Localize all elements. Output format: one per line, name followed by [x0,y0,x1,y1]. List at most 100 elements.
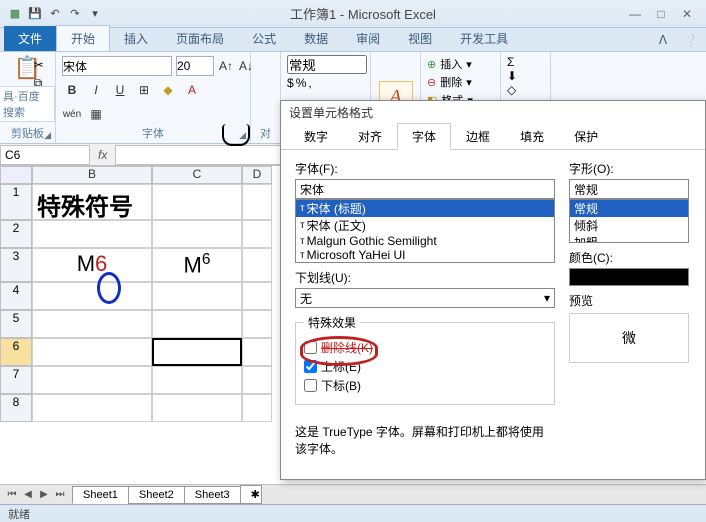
italic-button[interactable]: I [86,80,106,100]
font-name-list[interactable]: ᴛ宋体 (标题) ᴛ宋体 (正文) ᴛMalgun Gothic Semilig… [295,199,555,263]
home-tab[interactable]: 开始 [56,25,110,51]
tab-nav-prev[interactable]: ◀ [20,489,36,500]
cell-C2[interactable] [152,220,242,248]
dialog-tab-font[interactable]: 字体 [397,123,451,150]
formula-tab[interactable]: 公式 [238,26,290,51]
row-header-3[interactable]: 3 [0,248,32,282]
tab-nav-last[interactable]: ⏭ [52,489,68,500]
insert-tab[interactable]: 插入 [110,26,162,51]
undo-icon[interactable]: ↶ [46,5,64,23]
cell-B8[interactable] [32,394,152,422]
phonetic-button[interactable]: wén [62,104,82,124]
row-header-4[interactable]: 4 [0,282,32,310]
font-list-item[interactable]: ᴛMicrosoft YaHei UI [296,248,554,262]
col-header-D[interactable]: D [242,166,272,184]
fx-icon[interactable]: fx [90,148,115,162]
font-color-button[interactable]: A [182,80,202,100]
cell-C5[interactable] [152,310,242,338]
comma-icon[interactable]: , [308,76,311,90]
row-header-8[interactable]: 8 [0,394,32,422]
save-icon[interactable]: 💾 [26,5,44,23]
maximize-button[interactable]: □ [648,4,674,24]
cell-B7[interactable] [32,366,152,394]
row-header-7[interactable]: 7 [0,366,32,394]
underline-button[interactable]: U [110,80,130,100]
increase-font-icon[interactable]: A↑ [218,56,234,76]
data-tab[interactable]: 数据 [290,26,342,51]
autosum-button[interactable]: Σ [507,55,544,69]
font-list-item[interactable]: ᴛMalgun Gothic Semilight [296,234,554,248]
sheet-tab-3[interactable]: Sheet3 [184,486,241,504]
new-sheet-button[interactable]: ✱ [240,485,262,504]
font-name-combo[interactable] [62,56,172,76]
font-list-item[interactable]: ᴛMicrosoft YaHei UI Light [296,262,554,263]
row-header-2[interactable]: 2 [0,220,32,248]
help-icon[interactable]: ❔ [675,29,706,51]
cell-D1[interactable] [242,184,272,220]
name-box[interactable] [0,145,90,165]
cell-C8[interactable] [152,394,242,422]
font-dialog-launcher[interactable]: ◢ [239,130,246,141]
sheet-tab-2[interactable]: Sheet2 [128,486,185,504]
percent-icon[interactable]: % [296,76,307,90]
dialog-tab-fill[interactable]: 填充 [505,123,559,150]
style-list-item[interactable]: 倾斜 [570,217,688,234]
font-list-item[interactable]: ᴛ宋体 (标题) [296,200,554,217]
dialog-tab-align[interactable]: 对齐 [343,123,397,150]
redo-icon[interactable]: ↷ [66,5,84,23]
cell-B2[interactable] [32,220,152,248]
select-all-corner[interactable] [0,166,32,184]
fill-color-button[interactable]: ◆ [158,80,178,100]
borders-button[interactable]: ▦ [86,104,106,124]
number-format-combo[interactable] [287,55,367,74]
close-button[interactable]: ✕ [674,4,700,24]
dev-tab[interactable]: 开发工具 [446,26,522,51]
col-header-C[interactable]: C [152,166,242,184]
row-header-5[interactable]: 5 [0,310,32,338]
strike-checkbox[interactable]: 删除线(K) [304,339,546,356]
superscript-checkbox[interactable]: 上标(E) [304,358,546,375]
view-tab[interactable]: 视图 [394,26,446,51]
cell-B5[interactable] [32,310,152,338]
minimize-button[interactable]: — [622,4,648,24]
cell-B1[interactable]: 特殊符号 [32,184,152,220]
row-header-6[interactable]: 6 [0,338,32,366]
cell-D3[interactable] [242,248,272,282]
tab-nav-first[interactable]: ⏮ [4,489,20,500]
cell-C3[interactable]: M6 [152,248,242,282]
cell-C7[interactable] [152,366,242,394]
color-swatch[interactable] [569,268,689,286]
tab-nav-next[interactable]: ▶ [36,489,52,500]
cell-D6[interactable] [242,338,272,366]
cell-B4[interactable] [32,282,152,310]
style-list-item[interactable]: 常规 [570,200,688,217]
cell-C6[interactable] [152,338,242,366]
cell-D7[interactable] [242,366,272,394]
clipboard-dialog-launcher[interactable]: ◢ [44,130,51,141]
underline-combo[interactable]: 无▾ [295,288,555,308]
fill-button[interactable]: ⬇ [507,69,544,83]
cell-D2[interactable] [242,220,272,248]
cell-B3[interactable]: M6 [32,248,152,282]
border-button[interactable]: ⊞ [134,80,154,100]
cell-C4[interactable] [152,282,242,310]
insert-cells-button[interactable]: ⊕插入 ▾ [427,55,494,73]
cell-D8[interactable] [242,394,272,422]
cell-D4[interactable] [242,282,272,310]
style-input[interactable] [569,179,689,199]
style-list-item[interactable]: 加粗 [570,234,688,243]
currency-icon[interactable]: $ [287,76,294,90]
dialog-tab-protect[interactable]: 保护 [559,123,613,150]
font-name-input[interactable] [295,179,555,199]
sheet-tab-1[interactable]: Sheet1 [72,486,129,504]
clear-button[interactable]: ◇ [507,83,544,97]
review-tab[interactable]: 审阅 [342,26,394,51]
ribbon-minimize-icon[interactable]: ᐱ [651,29,675,51]
cut-icon[interactable]: ✂ [34,58,49,72]
dialog-tab-border[interactable]: 边框 [451,123,505,150]
col-header-B[interactable]: B [32,166,152,184]
subscript-checkbox[interactable]: 下标(B) [304,377,546,394]
bold-button[interactable]: B [62,80,82,100]
dialog-tab-number[interactable]: 数字 [289,123,343,150]
row-header-1[interactable]: 1 [0,184,32,220]
